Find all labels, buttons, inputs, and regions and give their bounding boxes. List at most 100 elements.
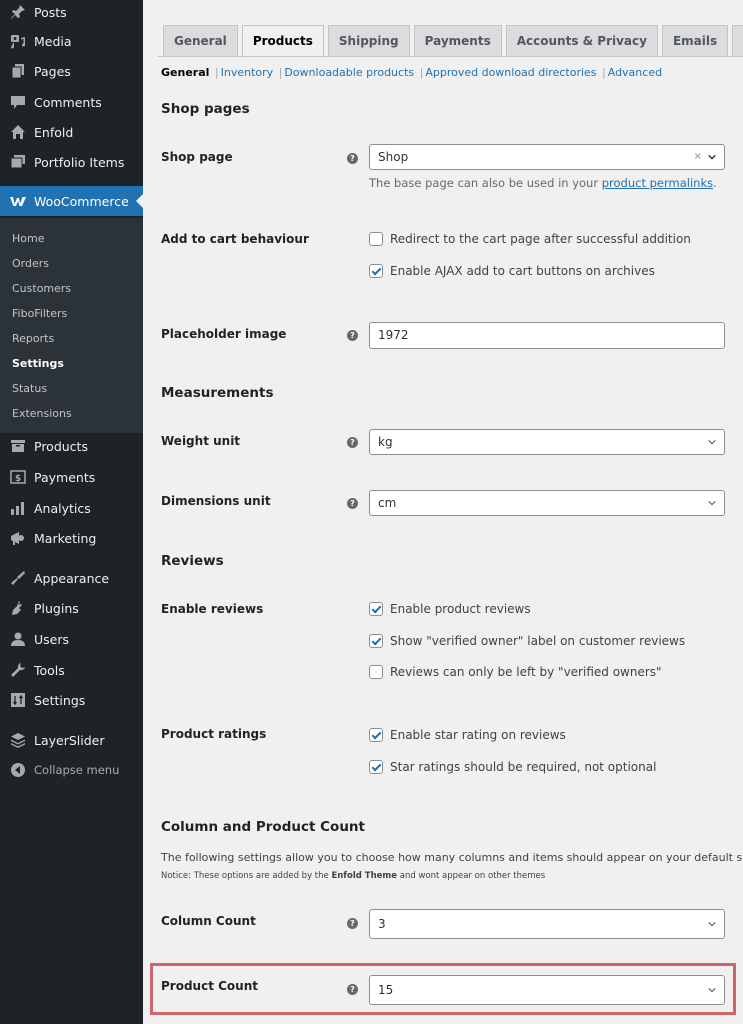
collapse-icon xyxy=(9,761,27,779)
help-icon[interactable]: ? xyxy=(347,918,358,929)
sidebar-item-enfold[interactable]: Enfold xyxy=(0,117,143,147)
tab-emails[interactable]: Emails xyxy=(661,25,729,57)
submenu-item-extensions[interactable]: Extensions xyxy=(12,407,72,420)
sidebar-item-comments[interactable]: Comments xyxy=(0,87,143,117)
portfolio-icon xyxy=(9,153,27,171)
sidebar-item-products[interactable]: Products xyxy=(0,431,143,461)
sidebar-item-appearance[interactable]: Appearance xyxy=(0,563,143,593)
tab-integrat[interactable]: Integrat xyxy=(732,25,743,57)
main-content: General Products Shipping Payments Accounts … xyxy=(143,0,743,1024)
help-icon[interactable]: ? xyxy=(347,498,358,509)
separator: | xyxy=(598,66,606,79)
submenu-item-status[interactable]: Status xyxy=(12,382,47,395)
shop-page-label: Shop page xyxy=(161,150,233,164)
sidebar-item-users[interactable]: Users xyxy=(0,624,143,654)
subsection-link-approved-download-directories[interactable]: Approved download directories xyxy=(425,66,596,79)
brush-icon xyxy=(9,569,27,587)
ajax-add-to-cart-checkbox[interactable]: Enable AJAX add to cart buttons on archi… xyxy=(369,264,655,278)
sidebar-item-label: Comments xyxy=(34,94,102,110)
tab-accounts-privacy[interactable]: Accounts & Privacy xyxy=(505,25,658,57)
submenu-item-reports[interactable]: Reports xyxy=(12,332,54,345)
checkbox[interactable] xyxy=(369,728,383,742)
column-count-select[interactable]: 3 xyxy=(369,909,725,939)
checkbox[interactable] xyxy=(369,602,383,616)
sidebar-item-payments[interactable]: $ Payments xyxy=(0,462,143,492)
weight-unit-value: kg xyxy=(378,435,393,449)
help-icon[interactable]: ? xyxy=(347,330,358,341)
subsection-nav: General | Inventory | Downloadable product… xyxy=(161,66,662,79)
submenu-item-orders[interactable]: Orders xyxy=(12,257,49,270)
enable-star-rating-checkbox[interactable]: Enable star rating on reviews xyxy=(369,728,566,742)
product-ratings-label: Product ratings xyxy=(161,727,267,741)
sidebar-item-pages[interactable]: Pages xyxy=(0,56,143,86)
bar-chart-icon xyxy=(9,499,27,517)
enable-reviews-label: Enable reviews xyxy=(161,602,264,616)
woocommerce-submenu: Home Orders Customers FiboFilters Reports Set… xyxy=(0,218,143,433)
subsection-link-advanced[interactable]: Advanced xyxy=(608,66,662,79)
notice-text: Notice: These options are added by the xyxy=(161,871,332,881)
dimensions-unit-value: cm xyxy=(378,496,397,510)
sidebar-item-media[interactable]: Media xyxy=(0,26,143,56)
sidebar-item-label: Posts xyxy=(34,4,67,20)
checkbox[interactable] xyxy=(369,665,383,679)
help-icon[interactable]: ? xyxy=(347,153,358,164)
tab-payments[interactable]: Payments xyxy=(413,25,502,57)
sidebar-item-settings[interactable]: Settings xyxy=(0,685,143,715)
verified-owner-label-checkbox[interactable]: Show "verified owner" label on customer … xyxy=(369,634,685,648)
star-rating-required-checkbox[interactable]: Star ratings should be required, not opt… xyxy=(369,760,656,774)
sidebar-item-label: Marketing xyxy=(34,530,97,546)
placeholder-image-label: Placeholder image xyxy=(161,327,287,341)
sidebar-item-tools[interactable]: Tools xyxy=(0,655,143,685)
weight-unit-label: Weight unit xyxy=(161,434,241,448)
sidebar-item-marketing[interactable]: Marketing xyxy=(0,523,143,553)
placeholder-image-input[interactable]: 1972 xyxy=(369,322,725,349)
product-permalinks-link[interactable]: product permalinks xyxy=(602,176,713,190)
separator: | xyxy=(275,66,283,79)
subsection-current[interactable]: General xyxy=(161,66,209,79)
dollar-icon: $ xyxy=(9,468,27,486)
section-heading-shop-pages: Shop pages xyxy=(161,101,250,117)
redirect-to-cart-checkbox[interactable]: Redirect to the cart page after successf… xyxy=(369,232,691,246)
sidebar-item-layerslider[interactable]: LayerSlider xyxy=(0,725,143,755)
wrench-icon xyxy=(9,661,27,679)
checkbox[interactable] xyxy=(369,264,383,278)
sidebar-item-analytics[interactable]: Analytics xyxy=(0,493,143,523)
desc-suffix: . xyxy=(713,176,717,190)
shop-page-select[interactable]: Shop × xyxy=(369,144,725,170)
submenu-item-fibofilters[interactable]: FiboFilters xyxy=(12,307,67,320)
subsection-link-inventory[interactable]: Inventory xyxy=(221,66,274,79)
clear-icon[interactable]: × xyxy=(694,145,702,169)
tab-shipping[interactable]: Shipping xyxy=(327,25,410,57)
dimensions-unit-select[interactable]: cm xyxy=(369,490,725,516)
subsection-link-downloadable-products[interactable]: Downloadable products xyxy=(284,66,414,79)
sidebar-item-woocommerce[interactable]: WooCommerce xyxy=(0,186,143,216)
weight-unit-select[interactable]: kg xyxy=(369,429,725,455)
enable-product-reviews-checkbox[interactable]: Enable product reviews xyxy=(369,602,531,616)
tab-products[interactable]: Products xyxy=(241,25,324,58)
notice-theme-name: Enfold Theme xyxy=(331,871,398,881)
checkbox[interactable] xyxy=(369,760,383,774)
help-icon[interactable]: ? xyxy=(347,437,358,448)
submenu-item-customers[interactable]: Customers xyxy=(12,282,71,295)
submenu-item-settings[interactable]: Settings xyxy=(12,357,64,370)
section-heading-column-product-count: Column and Product Count xyxy=(161,819,365,835)
tab-general[interactable]: General xyxy=(163,25,238,57)
submenu-item-home[interactable]: Home xyxy=(12,232,44,245)
sidebar-item-collapse-menu[interactable]: Collapse menu xyxy=(0,755,143,785)
checkbox[interactable] xyxy=(369,232,383,246)
sidebar-item-plugins[interactable]: Plugins xyxy=(0,593,143,623)
plug-icon xyxy=(9,599,27,617)
sidebar-item-posts[interactable]: Posts xyxy=(0,0,143,27)
help-icon[interactable]: ? xyxy=(347,984,358,995)
sidebar-item-portfolio-items[interactable]: Portfolio Items xyxy=(0,147,143,177)
sidebar-item-label: Users xyxy=(34,631,70,647)
checkbox[interactable] xyxy=(369,634,383,648)
sidebar-item-label: Plugins xyxy=(34,600,79,616)
verified-owners-only-checkbox[interactable]: Reviews can only be left by "verified ow… xyxy=(369,665,662,679)
column-count-label: Column Count xyxy=(161,914,256,928)
user-icon xyxy=(9,630,27,648)
sidebar-item-label: WooCommerce xyxy=(34,193,129,209)
admin-sidebar: Posts Media Pages Comments Enfold Portfolio I… xyxy=(0,0,143,1024)
product-count-select[interactable]: 15 xyxy=(369,975,725,1005)
pin-icon xyxy=(9,3,27,21)
